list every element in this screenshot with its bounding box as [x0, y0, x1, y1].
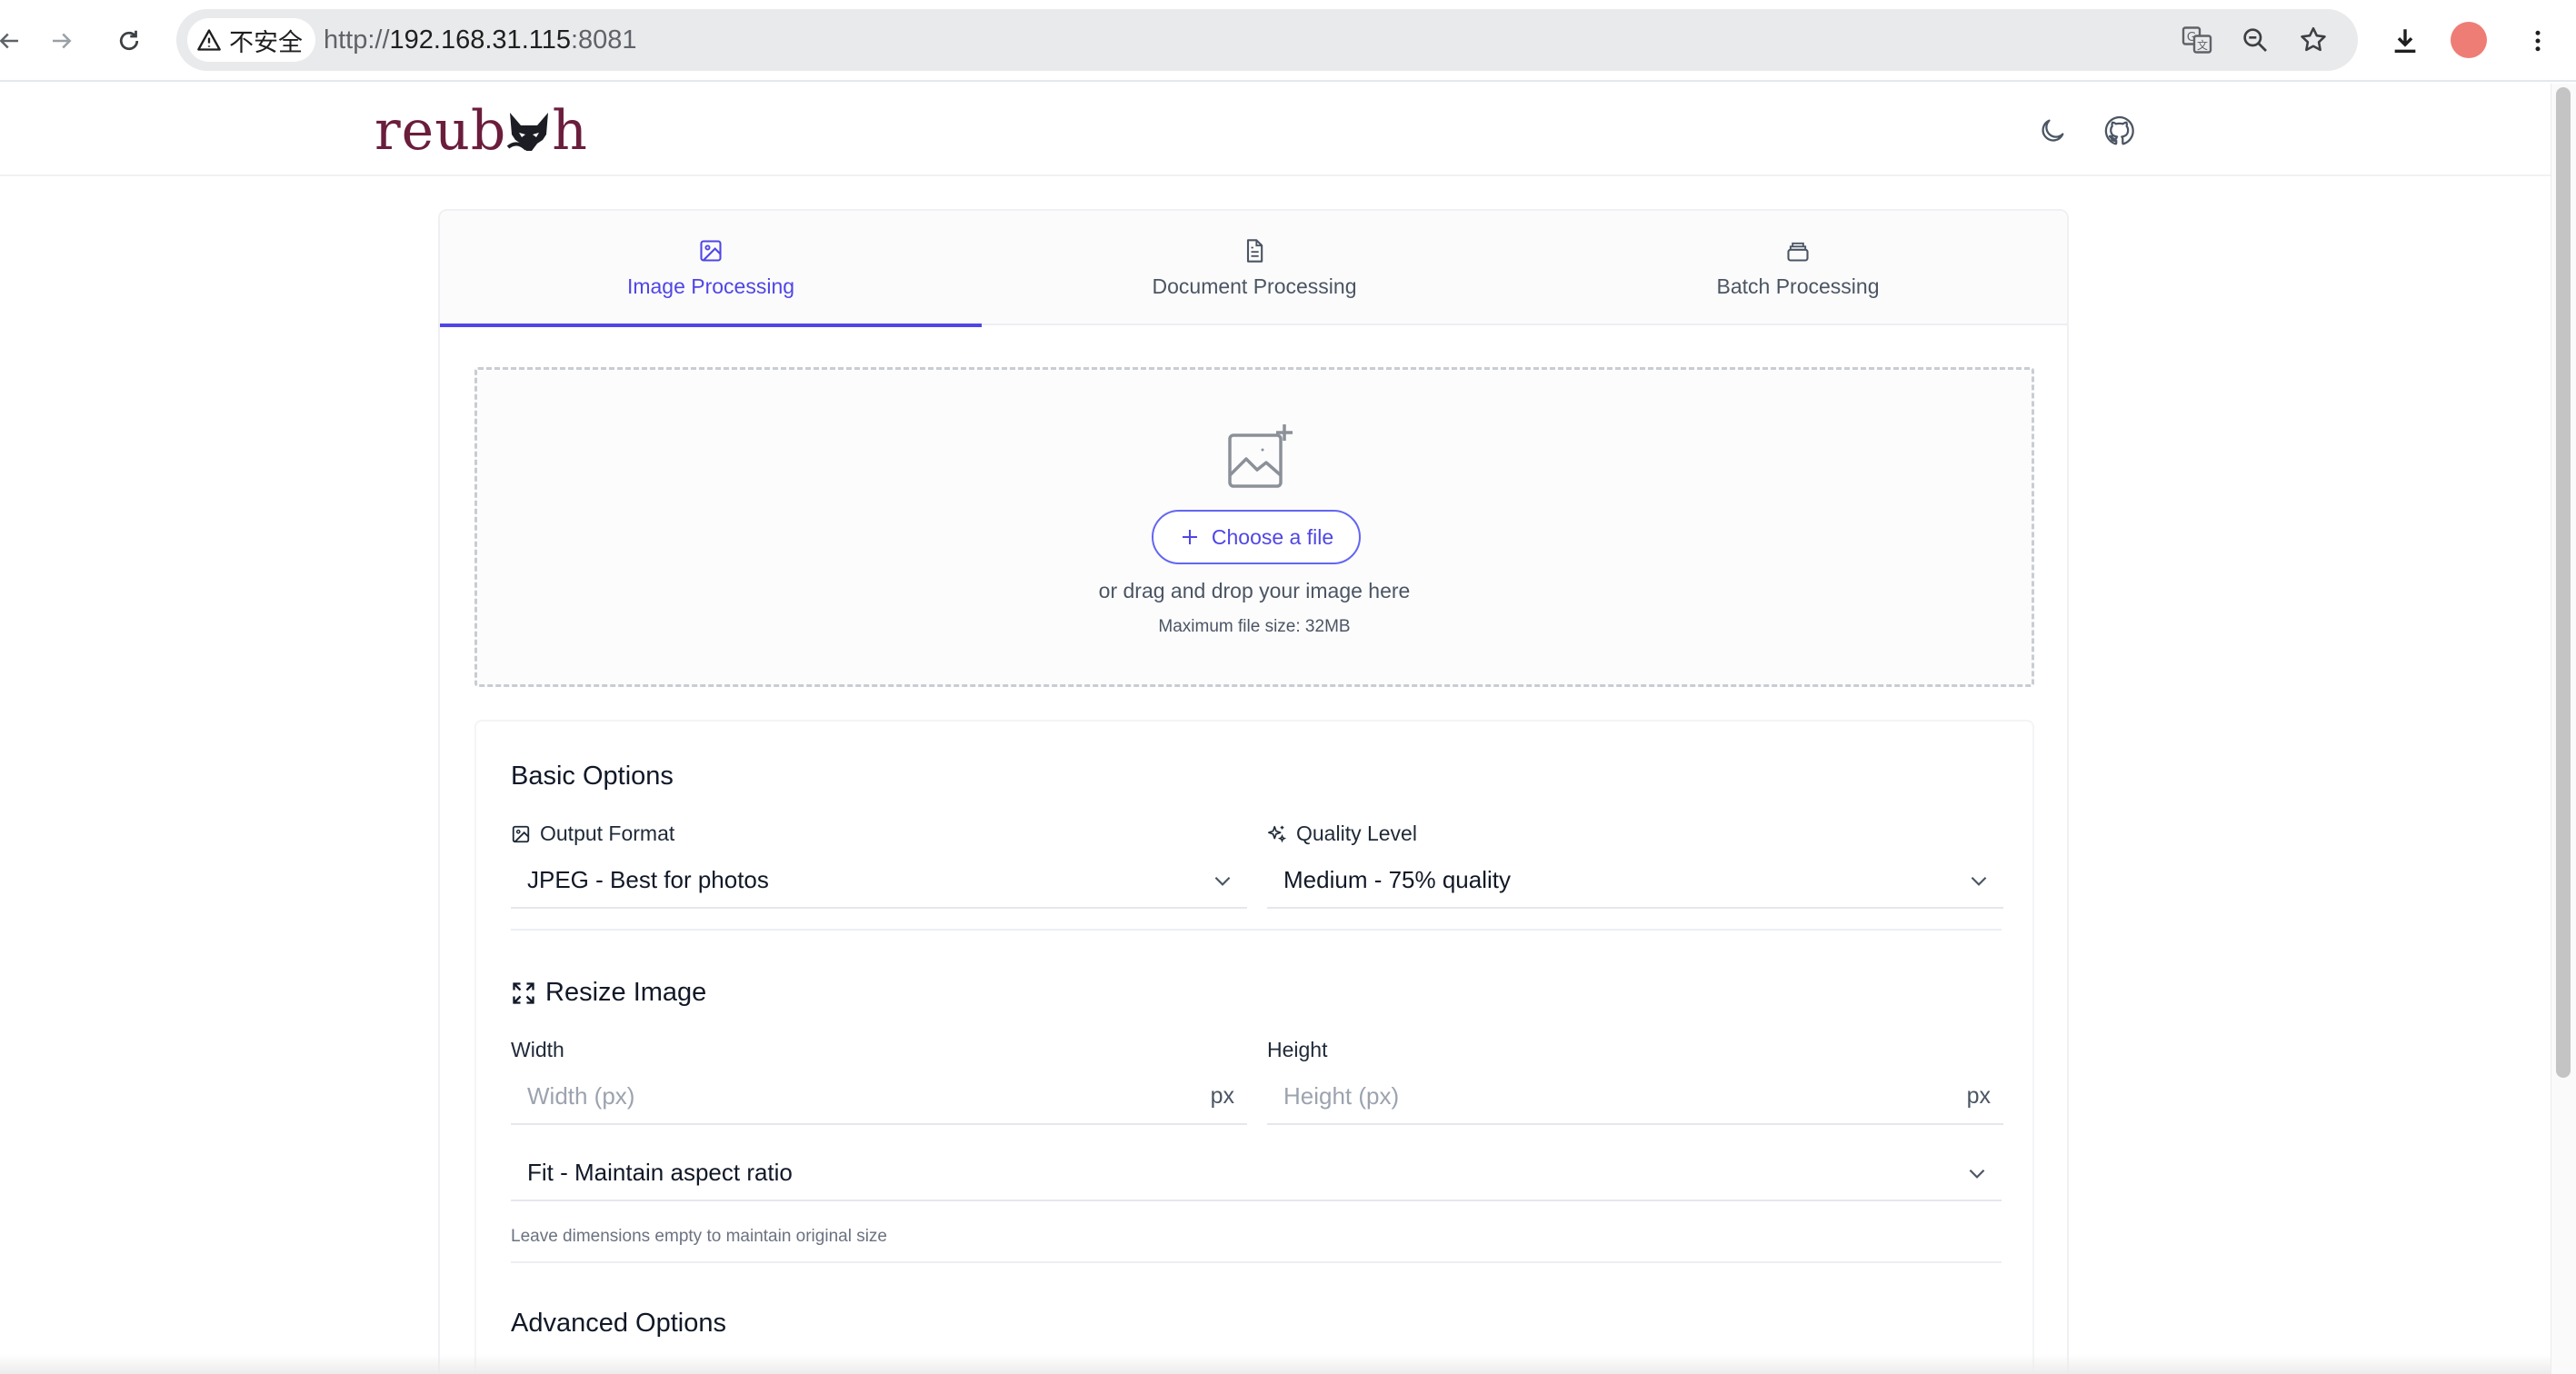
resize-image-heading: Resize Image — [545, 978, 707, 1007]
quality-level-select[interactable]: Medium - 75% quality — [1267, 852, 2003, 909]
browser-toolbar: 不安全 http://192.168.31.115:8081 G文 — [0, 0, 2576, 82]
output-format-label-text: Output Format — [540, 821, 675, 845]
reload-icon[interactable] — [107, 19, 151, 63]
layers-icon — [1787, 242, 1809, 262]
resize-hint: Leave dimensions empty to maintain origi… — [511, 1227, 887, 1246]
quality-level-label: Quality Level — [1267, 821, 1417, 846]
width-placeholder: Width (px) — [527, 1081, 635, 1110]
tab-image-processing[interactable]: Image Processing — [440, 211, 982, 327]
image-icon — [512, 825, 530, 842]
image-add-icon — [1228, 424, 1293, 488]
logo-text-right: h — [552, 99, 588, 163]
basic-options-title: Basic Options — [511, 762, 674, 792]
logo-text-left: reub — [374, 99, 507, 163]
translate-icon[interactable]: G文 — [2178, 21, 2216, 59]
processing-card: Image Processing Document Processing Bat… — [438, 209, 2069, 1374]
height-unit: px — [1966, 1083, 1991, 1109]
tab-label: Image Processing — [626, 274, 795, 298]
dropzone-text: or drag and drop your image here — [1098, 579, 1411, 602]
page-bottom-shadow — [0, 1354, 2551, 1374]
image-icon — [700, 239, 722, 262]
height-placeholder: Height (px) — [1283, 1081, 1400, 1110]
chevron-down-icon — [1214, 876, 1231, 886]
download-icon[interactable] — [2383, 19, 2427, 63]
expand-icon — [513, 981, 534, 1004]
moon-icon[interactable] — [2032, 111, 2072, 151]
output-format-select[interactable]: JPEG - Best for photos — [511, 852, 1247, 909]
kebab-menu-icon[interactable] — [2516, 19, 2560, 63]
file-dropzone[interactable]: Choose a file or drag and drop your imag… — [474, 367, 2034, 687]
quality-level-label-text: Quality Level — [1296, 821, 1417, 845]
tab-batch-processing[interactable]: Batch Processing — [1527, 211, 2069, 325]
url-scheme: http:// — [324, 25, 390, 55]
output-format-label: Output Format — [511, 821, 674, 846]
forward-icon[interactable] — [40, 19, 84, 63]
security-label: 不安全 — [229, 28, 303, 56]
advanced-options-title[interactable]: Advanced Options — [511, 1309, 726, 1339]
choose-file-label: Choose a file — [1211, 524, 1334, 549]
document-icon — [1246, 238, 1263, 263]
profile-avatar[interactable] — [2451, 22, 2487, 58]
resize-mode-select[interactable]: Fit - Maintain aspect ratio — [511, 1145, 2002, 1201]
plus-icon — [1182, 530, 1197, 544]
file-size-limit: Maximum file size: 32MB — [1158, 617, 1351, 636]
basic-options-heading: Basic Options — [511, 762, 674, 791]
warning-icon — [197, 29, 221, 51]
tab-bar: Image Processing Document Processing Bat… — [440, 211, 2069, 327]
url-host: 192.168.31.115 — [389, 25, 571, 55]
sparkles-icon — [1268, 825, 1287, 842]
url-port: :8081 — [570, 25, 637, 55]
back-icon[interactable] — [0, 19, 31, 63]
resize-image-title: Resize Image — [511, 978, 706, 1008]
security-chip[interactable]: 不安全 — [187, 18, 315, 62]
scrollbar-thumb[interactable] — [2556, 87, 2571, 1078]
width-label: Width — [511, 1038, 564, 1061]
resize-mode-value: Fit - Maintain aspect ratio — [527, 1158, 793, 1186]
advanced-options-heading: Advanced Options — [511, 1309, 726, 1338]
output-format-value: JPEG - Best for photos — [527, 865, 769, 893]
address-bar[interactable]: 不安全 http://192.168.31.115:8081 G文 — [176, 9, 2358, 71]
github-icon[interactable] — [2100, 111, 2140, 151]
options-panel: Basic Options Output Format JPEG - Best … — [474, 720, 2034, 1374]
site-header: reub h — [0, 84, 2551, 176]
logo[interactable]: reub h — [374, 102, 588, 160]
width-unit: px — [1210, 1083, 1234, 1109]
chevron-down-icon — [1969, 1169, 1985, 1179]
quality-level-value: Medium - 75% quality — [1283, 865, 1511, 893]
width-input[interactable]: Width (px) px — [511, 1069, 1247, 1125]
section-divider — [511, 1261, 2002, 1263]
choose-file-button[interactable]: Choose a file — [1152, 510, 1361, 564]
tab-document-processing[interactable]: Document Processing — [983, 211, 1525, 325]
tab-label: Batch Processing — [1716, 274, 1880, 298]
fox-icon — [507, 113, 549, 151]
url-text[interactable]: http://192.168.31.115:8081 — [324, 9, 637, 71]
bookmark-star-icon[interactable] — [2294, 21, 2332, 59]
svg-text:文: 文 — [2197, 38, 2208, 52]
chevron-down-icon — [1971, 876, 1987, 886]
height-input[interactable]: Height (px) px — [1267, 1069, 2003, 1125]
height-label: Height — [1267, 1038, 1328, 1061]
zoom-icon[interactable] — [2236, 21, 2274, 59]
tab-label: Document Processing — [1152, 274, 1357, 298]
section-divider — [511, 929, 2002, 931]
